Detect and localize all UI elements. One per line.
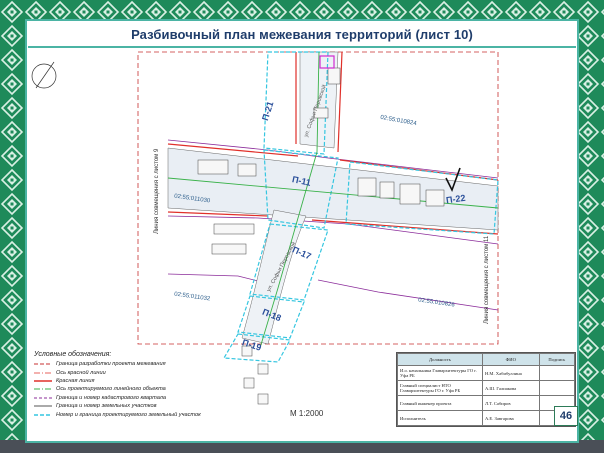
map-scale: М 1:2000 bbox=[290, 409, 324, 418]
table-cell bbox=[538, 380, 576, 396]
legend-item-label: Граница разработки проекта межевания bbox=[56, 361, 166, 368]
table-cell: А.Ш. Галиакова bbox=[481, 380, 540, 396]
table-cell: Исполнитель bbox=[397, 410, 483, 426]
table-cell: Н.М. Хабибуллина bbox=[481, 365, 540, 381]
table-row: И.о. начальника Главархитектуры ГО г. Уф… bbox=[397, 365, 576, 381]
map-legend: Условные обозначения: Граница разработки… bbox=[34, 351, 264, 419]
legend-item: Красная линия bbox=[34, 377, 264, 385]
legend-item-label: Граница и номер земельных участков bbox=[56, 403, 157, 410]
column-header: Должность bbox=[397, 353, 483, 366]
legend-item: Граница разработки проекта межевания bbox=[34, 360, 264, 368]
table-cell: А.Е. Завгарова bbox=[481, 410, 540, 426]
legend-item-label: Номер и граница проектируемого земельный… bbox=[56, 411, 201, 418]
legend-item-label: Красная линия bbox=[56, 377, 95, 384]
table-cell bbox=[538, 365, 576, 381]
legend-item-label: Граница и номер кадастрового квартала bbox=[56, 394, 167, 401]
table-row: Главный специалист НТО Главархитектуры Г… bbox=[397, 380, 576, 396]
legend-item-label: Ось красной линии bbox=[56, 369, 106, 376]
table-header-row: Должность ФИО Подпись bbox=[397, 353, 576, 366]
table-row: Главный инженер проекта Л.Т. Сабиров bbox=[397, 395, 576, 411]
map-sheet: П-21 П-11 П-22 П-17 П-18 П-19 02:55:0108… bbox=[28, 48, 576, 440]
page-title: Разбивочный план межевания территорий (л… bbox=[131, 26, 473, 42]
legend-item: Граница и номер земельных участков bbox=[34, 402, 264, 410]
column-header: Подпись bbox=[538, 353, 576, 366]
column-header: ФИО bbox=[481, 353, 540, 366]
match-line-label-left: Линия совмещения с листом 9 bbox=[154, 148, 160, 234]
page-number: 46 bbox=[554, 406, 578, 426]
table-row: Исполнитель А.Е. Завгарова bbox=[397, 410, 576, 426]
legend-item: Ось красной линии bbox=[34, 368, 264, 376]
table-cell: Л.Т. Сабиров bbox=[481, 395, 540, 411]
legend-swatch bbox=[34, 397, 52, 399]
table-cell: Главный инженер проекта bbox=[397, 395, 483, 411]
approval-stamp: Должность ФИО Подпись И.о. начальника Гл… bbox=[396, 352, 576, 427]
legend-title: Условные обозначения: bbox=[34, 351, 112, 358]
legend-swatch bbox=[34, 372, 52, 373]
legend-item: Номер и граница проектируемого земельный… bbox=[34, 410, 264, 418]
legend-swatch bbox=[34, 405, 52, 407]
legend-swatch bbox=[34, 388, 52, 390]
legend-swatch bbox=[34, 380, 52, 382]
legend-item: Граница и номер кадастрового квартала bbox=[34, 394, 264, 402]
match-line-label-right: Линия совмещения с листом 11 bbox=[484, 235, 490, 324]
legend-swatch bbox=[34, 413, 52, 416]
page-title-bar: Разбивочный план межевания территорий (л… bbox=[28, 22, 576, 48]
approval-table: Должность ФИО Подпись И.о. начальника Гл… bbox=[397, 353, 576, 426]
legend-item: Ось проектируемого линейного объекта bbox=[34, 385, 264, 393]
table-cell: Главный специалист НТО Главархитектуры Г… bbox=[397, 380, 483, 396]
legend-item-label: Ось проектируемого линейного объекта bbox=[56, 386, 166, 393]
table-cell: И.о. начальника Главархитектуры ГО г. Уф… bbox=[397, 365, 483, 381]
legend-swatch bbox=[34, 363, 52, 365]
